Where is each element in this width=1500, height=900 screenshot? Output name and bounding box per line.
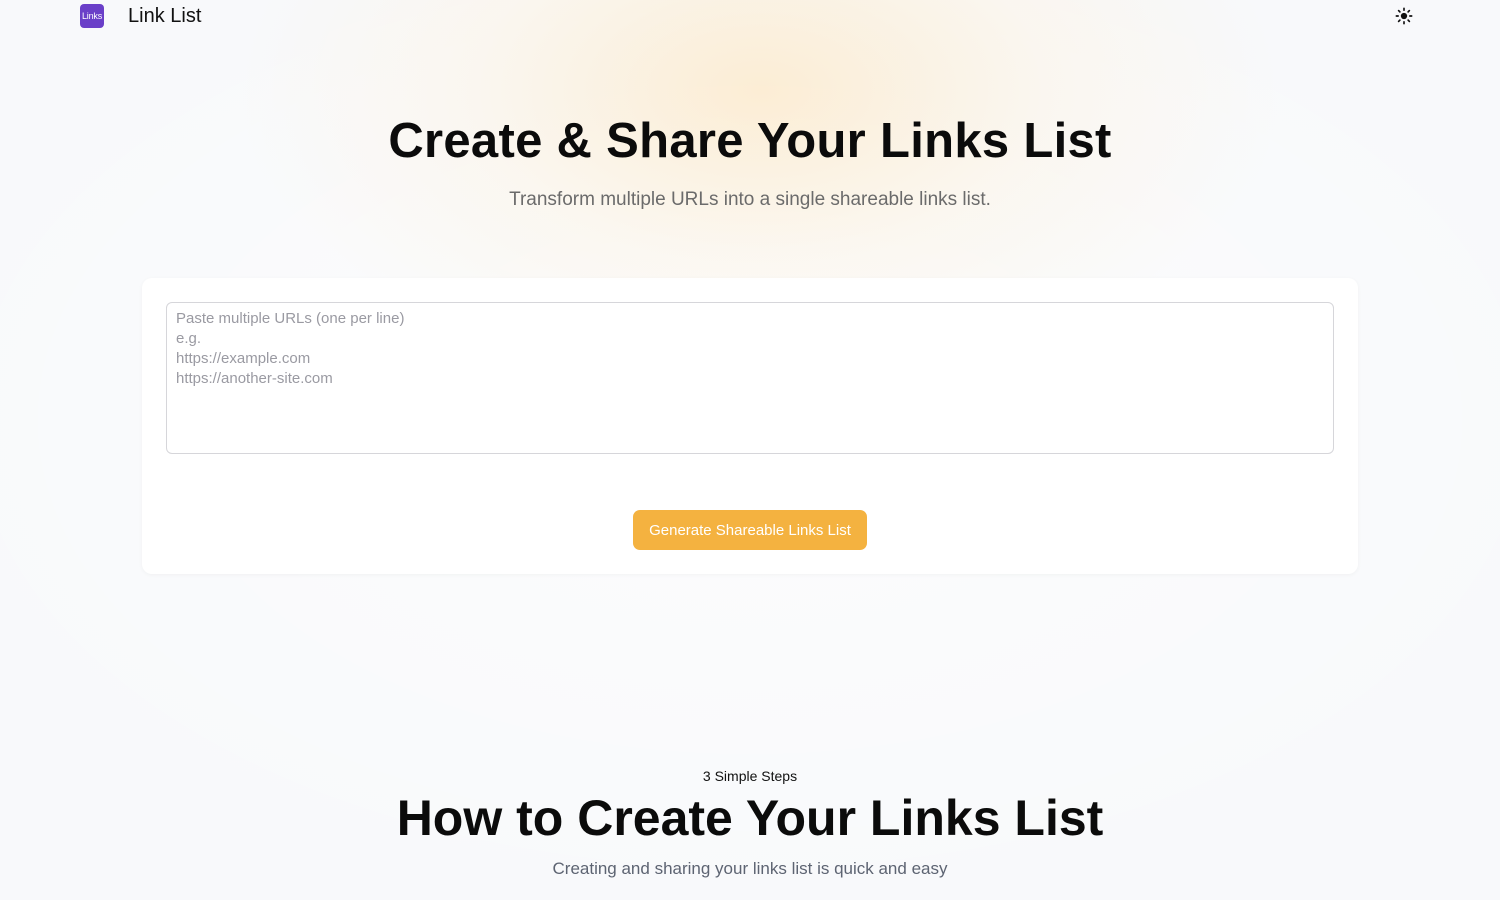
app-title[interactable]: Link List xyxy=(128,4,201,28)
steps-eyebrow: 3 Simple Steps xyxy=(702,768,798,784)
urls-textarea[interactable] xyxy=(166,302,1334,454)
theme-toggle-button[interactable] xyxy=(1394,6,1414,26)
steps-title: How to Create Your Links List xyxy=(396,790,1104,846)
hero-subtitle: Transform multiple URLs into a single sh… xyxy=(509,189,991,210)
steps-subtitle: Creating and sharing your links list is … xyxy=(552,859,948,878)
sun-icon xyxy=(1395,7,1413,25)
app-logo[interactable]: Links xyxy=(80,4,104,28)
url-form-card: Generate Shareable Links List xyxy=(142,278,1358,574)
hero-title: Create & Share Your Links List xyxy=(388,114,1112,168)
top-bar: Links Link List xyxy=(0,0,1500,34)
generate-links-list-button[interactable]: Generate Shareable Links List xyxy=(633,510,867,550)
